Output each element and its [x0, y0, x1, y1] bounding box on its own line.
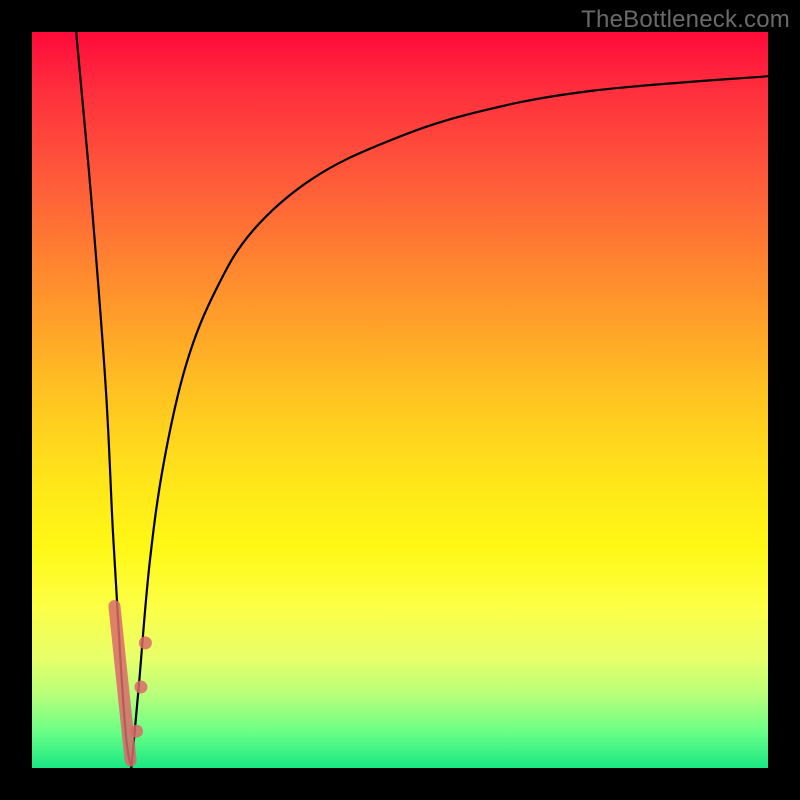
right-curve	[131, 76, 768, 768]
chart-frame: TheBottleneck.com	[0, 0, 800, 800]
plot-area	[32, 32, 768, 768]
marker-dot-1	[134, 681, 147, 694]
marker-dot-0	[130, 725, 143, 738]
curves-svg	[32, 32, 768, 768]
marker-dot-2	[139, 636, 152, 649]
marker-left-segment	[114, 606, 130, 761]
watermark-text: TheBottleneck.com	[581, 6, 790, 34]
